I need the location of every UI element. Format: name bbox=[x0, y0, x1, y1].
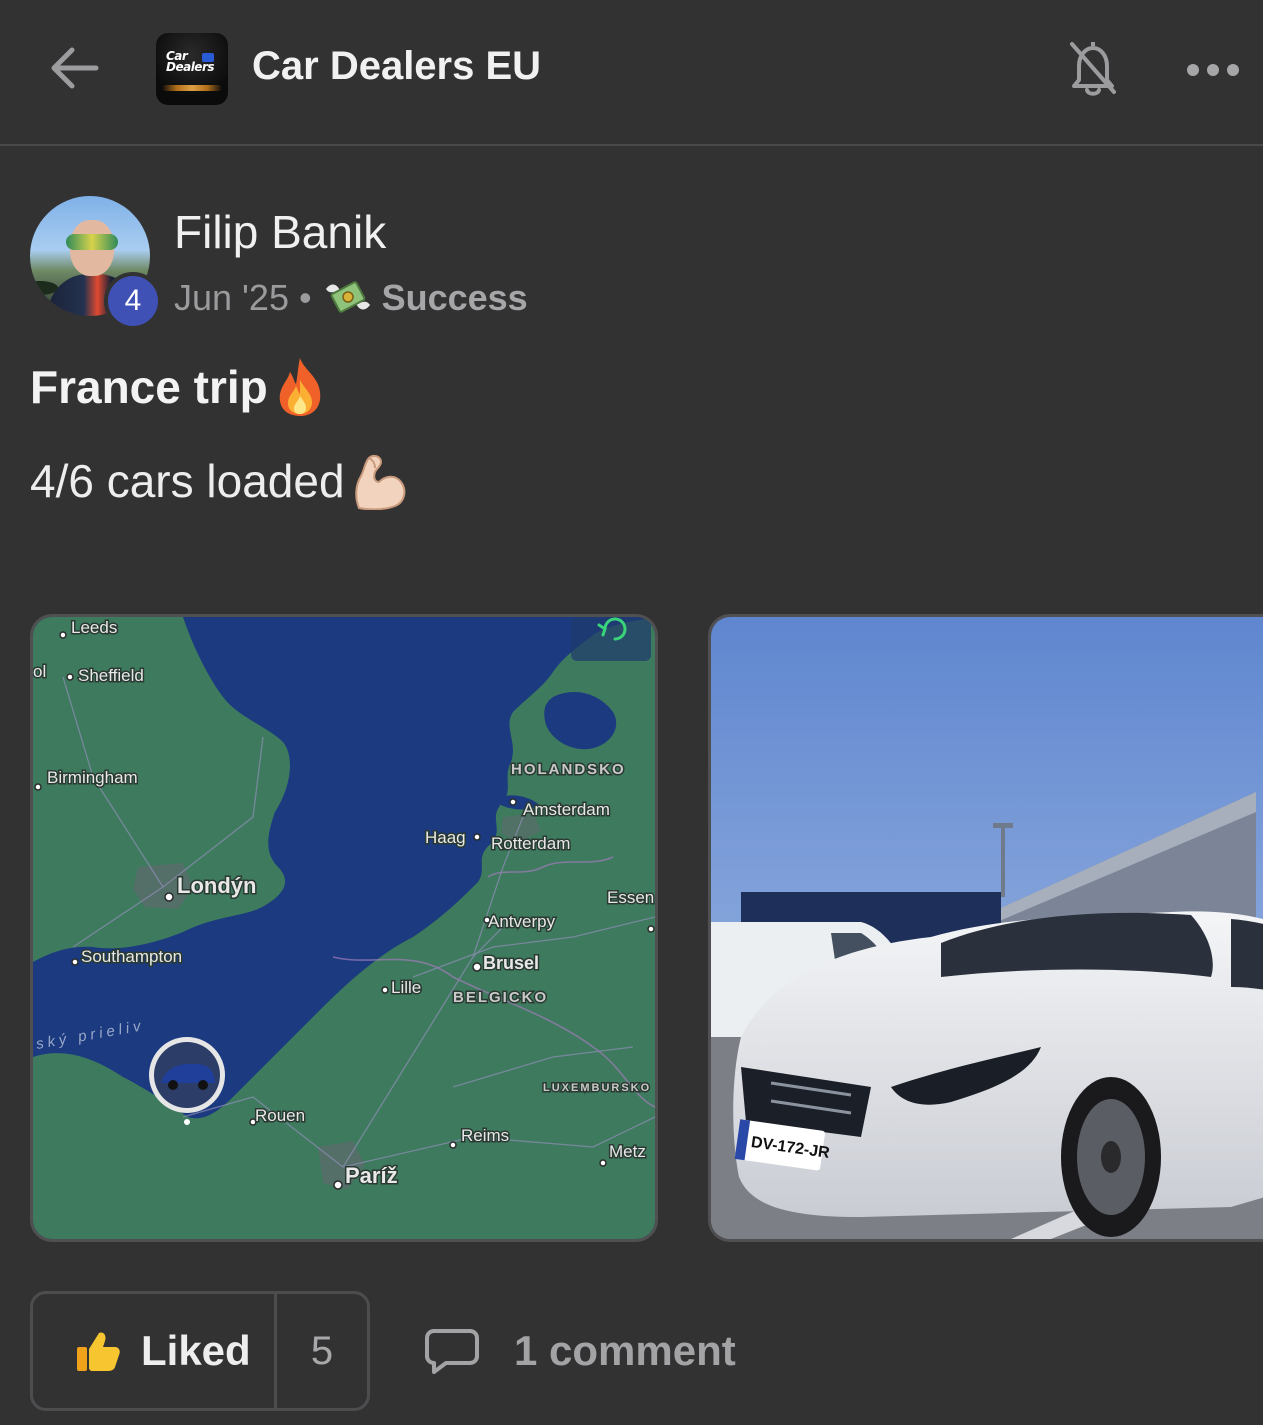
group-logo[interactable]: Car Dealers bbox=[156, 33, 228, 105]
map-label-london: Londýn bbox=[177, 873, 256, 898]
map-label-southampton: Southampton bbox=[81, 947, 182, 966]
recenter-icon[interactable] bbox=[571, 617, 651, 661]
map-label-birmingham: Birmingham bbox=[47, 768, 138, 787]
post-body: 4/6 cars loaded bbox=[30, 452, 409, 510]
more-options-button[interactable] bbox=[1186, 60, 1240, 80]
map-label-brusel: Brusel bbox=[483, 953, 539, 973]
map-label-pariz: Paríž bbox=[345, 1163, 398, 1188]
post-meta: Jun '25 • Success bbox=[174, 275, 528, 321]
comment-icon bbox=[425, 1329, 479, 1374]
like-button[interactable]: Liked bbox=[33, 1294, 277, 1408]
map-label-rotterdam: Rotterdam bbox=[491, 834, 570, 853]
thumbs-up-icon bbox=[77, 1332, 120, 1371]
map-label-rouen: Rouen bbox=[255, 1106, 305, 1125]
level-badge: 4 bbox=[104, 272, 162, 330]
arrow-left-icon bbox=[51, 47, 99, 89]
media-gallery[interactable]: Leeds ol Sheffield Birmingham Londýn Sou… bbox=[0, 612, 1263, 1244]
group-title[interactable]: Car Dealers EU bbox=[252, 44, 541, 89]
map-image[interactable]: Leeds ol Sheffield Birmingham Londýn Sou… bbox=[30, 614, 658, 1242]
post-category[interactable]: Success bbox=[382, 277, 528, 319]
map-label-luxembursko: LUXEMBURSKO bbox=[543, 1082, 651, 1094]
back-button[interactable] bbox=[44, 42, 104, 94]
map-label-metz: Metz bbox=[609, 1142, 646, 1161]
group-logo-text: Car Dealers bbox=[166, 49, 215, 74]
author-name[interactable]: Filip Banik bbox=[174, 205, 386, 259]
map-label-amsterdam: Amsterdam bbox=[523, 800, 610, 819]
map-label-leeds: Leeds bbox=[71, 618, 117, 637]
money-with-wings-icon bbox=[325, 281, 370, 313]
map-label-antverpy: Antverpy bbox=[488, 912, 556, 931]
like-control: Liked 5 bbox=[30, 1291, 370, 1411]
post-title: France trip bbox=[30, 356, 326, 418]
like-count[interactable]: 5 bbox=[277, 1294, 367, 1408]
map-label-essen: Essen bbox=[607, 888, 654, 907]
map-label-belgicko: BELGICKO bbox=[453, 989, 548, 1006]
like-label: Liked bbox=[141, 1327, 251, 1374]
more-horizontal-icon bbox=[1187, 64, 1239, 76]
notifications-button[interactable] bbox=[1066, 36, 1120, 100]
map-label-sheffield: Sheffield bbox=[78, 666, 144, 685]
logo-glow bbox=[162, 85, 222, 91]
post-body-text: 4/6 cars loaded bbox=[30, 455, 345, 507]
avatar-goggles bbox=[66, 234, 118, 250]
post-date: Jun '25 bbox=[174, 277, 289, 318]
flexed-biceps-icon bbox=[354, 454, 405, 510]
post-title-text: France trip bbox=[30, 361, 268, 413]
meta-separator: • bbox=[298, 277, 312, 318]
map-label-lille: Lille bbox=[391, 978, 421, 997]
car-photo[interactable]: DV-172-JR bbox=[708, 614, 1263, 1242]
comment-button[interactable]: 1 comment bbox=[424, 1316, 736, 1386]
fire-icon bbox=[279, 358, 320, 416]
map-label-ol: ol bbox=[33, 662, 46, 681]
bell-off-icon bbox=[1070, 42, 1116, 96]
map-label-reims: Reims bbox=[461, 1126, 509, 1145]
map-label-holandsko: HOLANDSKO bbox=[511, 761, 626, 778]
top-bar: Car Dealers Car Dealers EU bbox=[0, 0, 1263, 146]
map-label-haag: Haag bbox=[425, 828, 466, 847]
comment-count: 1 comment bbox=[514, 1327, 736, 1374]
